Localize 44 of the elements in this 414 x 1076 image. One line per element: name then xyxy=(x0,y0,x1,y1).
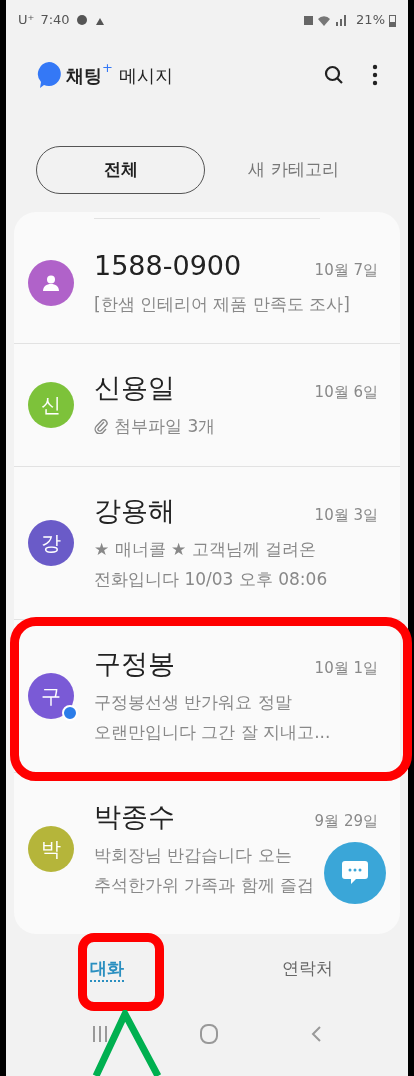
home-icon[interactable] xyxy=(199,1023,219,1045)
message-preview: [한샘 인테리어 제품 만족도 조사] xyxy=(94,293,350,316)
conversation-row[interactable]: 강 강용해 10월 3일 ★ 매너콜 ★ 고객님께 걸려온 전화입니다 10/03 오후 08:06 xyxy=(14,467,400,620)
message-preview: 전화입니다 10/03 오후 08:06 xyxy=(94,568,328,591)
filter-tab[interactable]: 새 카테고리 xyxy=(209,146,378,194)
contact-name: 박종수 xyxy=(94,800,175,834)
conversation-row[interactable]: 구 구정봉 10월 1일 구정봉선생 반가워요 정말 오랜만입니다 그간 잘 지내고... xyxy=(14,620,400,773)
message-date: 10월 7일 xyxy=(314,260,378,281)
search-icon[interactable] xyxy=(324,65,344,85)
recent-apps-icon[interactable] xyxy=(91,1025,108,1043)
chat-bubble-icon xyxy=(36,61,62,89)
battery-percent: 21% xyxy=(356,11,385,30)
bottom-tab[interactable]: 연락처 xyxy=(207,949,408,989)
message-preview: 박회장님 반갑습니다 오는 xyxy=(94,844,293,867)
clock: 7:40 xyxy=(40,11,70,30)
brand-plus: + xyxy=(102,59,113,77)
conversation-row[interactable]: 1588-0900 10월 7일 [한샘 인테리어 제품 만족도 조사] xyxy=(14,219,400,344)
battery-icon xyxy=(389,13,396,27)
app-title: 메시지 xyxy=(118,63,173,88)
conversation-row[interactable]: 박 박종수 9월 29일 박회장님 반갑습니다 오는 추석한가위 가족과 함께 즐겁 xyxy=(14,773,400,925)
message-preview: 구정봉선생 반가워요 정말 xyxy=(94,691,293,714)
message-preview: 오랜만입니다 그간 잘 지내고... xyxy=(94,721,331,744)
avatar-initial: 강 xyxy=(41,530,61,557)
carrier-label: U⁺ xyxy=(18,11,35,30)
contact-name: 1588-0900 xyxy=(94,249,242,283)
back-icon[interactable] xyxy=(310,1025,323,1043)
contact-name: 신용일 xyxy=(94,371,175,405)
avatar-initial: 박 xyxy=(41,836,61,863)
message-date: 10월 3일 xyxy=(314,505,378,526)
more-options-icon[interactable] xyxy=(372,64,378,86)
contact-name: 강용해 xyxy=(94,494,175,528)
message-date: 9월 29일 xyxy=(314,811,378,832)
chat-icon xyxy=(341,860,369,886)
message-preview: 추석한가위 가족과 함께 즐겁 xyxy=(94,874,315,897)
conversation-row[interactable]: 신 신용일 10월 6일 첨부파일 3개 xyxy=(14,344,400,467)
avatar-initial: 구 xyxy=(41,683,61,710)
message-date: 10월 1일 xyxy=(314,658,378,679)
brand-name: 채팅 xyxy=(66,63,102,88)
contact-name: 구정봉 xyxy=(94,647,175,681)
message-preview: 첨부파일 3개 xyxy=(114,415,216,438)
avatar-initial: 신 xyxy=(41,392,61,419)
message-preview: ★ 매너콜 ★ 고객님께 걸려온 xyxy=(94,538,318,561)
message-date: 10월 6일 xyxy=(314,382,378,403)
person-icon xyxy=(42,274,60,292)
